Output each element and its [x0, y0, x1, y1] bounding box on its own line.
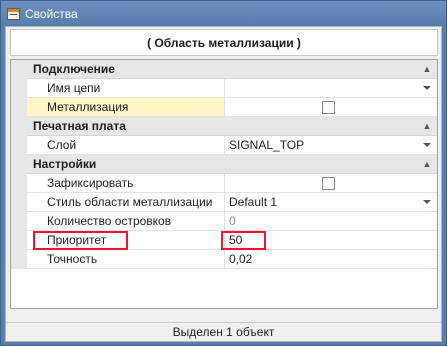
layer-value: SIGNAL_TOP	[229, 138, 305, 152]
property-row-metallization[interactable]: Металлизация	[11, 98, 437, 117]
lock-value	[225, 174, 437, 193]
properties-panel: ( Область металлизации ) Подключение ▲ И…	[5, 26, 442, 342]
dropdown-arrow-icon[interactable]	[423, 86, 431, 90]
pour-style-value: Default 1	[229, 195, 278, 209]
dropdown-arrow-icon[interactable]	[423, 143, 431, 147]
collapse-icon[interactable]: ▲	[417, 60, 437, 78]
property-name: Слой	[27, 136, 225, 155]
layer-dropdown[interactable]: SIGNAL_TOP	[225, 136, 437, 155]
properties-icon	[7, 7, 20, 20]
category-pcb[interactable]: Печатная плата ▲	[11, 117, 437, 136]
metallization-checkbox[interactable]	[322, 101, 335, 114]
object-type-header: ( Область металлизации )	[10, 29, 438, 56]
islands-value: 0	[225, 212, 437, 231]
net-name-dropdown[interactable]	[225, 79, 437, 98]
dropdown-arrow-icon[interactable]	[423, 200, 431, 204]
collapse-icon[interactable]: ▲	[417, 117, 437, 135]
property-name: Зафиксировать	[27, 174, 225, 193]
property-row-layer[interactable]: Слой SIGNAL_TOP	[11, 136, 437, 155]
category-connection[interactable]: Подключение ▲	[11, 60, 437, 79]
annotation-box-priority-value	[221, 231, 266, 250]
category-label: Печатная плата	[33, 119, 126, 133]
category-label: Подключение	[33, 62, 115, 76]
property-row-lock[interactable]: Зафиксировать	[11, 174, 437, 193]
property-row-pour-style[interactable]: Стиль области металлизации Default 1	[11, 193, 437, 212]
property-grid: Подключение ▲ Имя цепи Металлизация Печа…	[10, 59, 438, 309]
property-name: Стиль области металлизации	[27, 193, 225, 212]
properties-window: Свойства ( Область металлизации ) Подклю…	[0, 0, 447, 346]
annotation-box-priority-name	[33, 231, 128, 250]
precision-input[interactable]: 0,02	[225, 250, 437, 269]
metallization-value	[225, 98, 437, 117]
property-name: Точность	[27, 250, 225, 269]
category-label: Настройки	[33, 157, 97, 171]
titlebar[interactable]: Свойства	[1, 1, 446, 26]
status-bar: Выделен 1 объект	[6, 322, 441, 341]
property-name: Металлизация	[27, 98, 225, 117]
property-name: Имя цепи	[27, 79, 225, 98]
category-settings[interactable]: Настройки ▲	[11, 155, 437, 174]
property-row-islands: Количество островков 0	[11, 212, 437, 231]
window-title: Свойства	[25, 6, 78, 21]
lock-checkbox[interactable]	[322, 177, 335, 190]
pour-style-dropdown[interactable]: Default 1	[225, 193, 437, 212]
property-name: Количество островков	[27, 212, 225, 231]
property-row-precision[interactable]: Точность 0,02	[11, 250, 437, 269]
property-row-net-name[interactable]: Имя цепи	[11, 79, 437, 98]
collapse-icon[interactable]: ▲	[417, 155, 437, 173]
